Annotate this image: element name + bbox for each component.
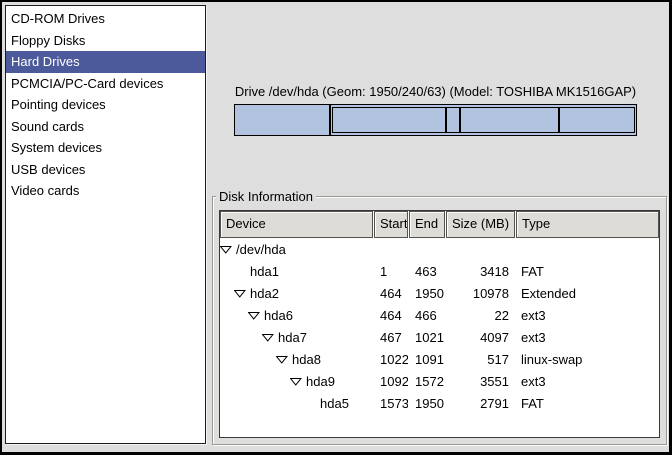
extended-partition-segment — [332, 107, 635, 133]
logical-partition-boundary — [445, 108, 447, 132]
cell-device: hda1 — [220, 264, 373, 279]
cell-device: hda9 — [220, 374, 373, 389]
cell-end: 1950 — [409, 396, 445, 411]
column-header-type[interactable]: Type — [516, 211, 659, 238]
table-row-hda5[interactable]: hda5 157319502791FAT — [220, 392, 659, 414]
table-row-hda6[interactable]: hda6 46446622ext3 — [220, 304, 659, 326]
sidebar-item-system-devices[interactable]: System devices — [6, 137, 205, 159]
partition-bar — [234, 104, 637, 136]
expander-open-icon[interactable] — [220, 245, 232, 254]
table-row-hda2[interactable]: hda2 464195010978Extended — [220, 282, 659, 304]
disk-information-table: DeviceStartEndSize (MB)Type /dev/hda hda1… — [219, 210, 660, 438]
cell-end: 1091 — [409, 352, 445, 367]
cell-device: /dev/hda — [220, 242, 373, 257]
expander-spacer — [304, 403, 316, 404]
primary-partition-boundary — [329, 105, 331, 135]
cell-start: 464 — [374, 308, 408, 323]
device-label: hda5 — [320, 396, 349, 411]
sidebar-item-sound-cards[interactable]: Sound cards — [6, 116, 205, 138]
cell-end: 1021 — [409, 330, 445, 345]
sidebar-item-hard-drives[interactable]: Hard Drives — [6, 51, 205, 73]
drive-title: Drive /dev/hda (Geom: 1950/240/63) (Mode… — [234, 84, 637, 99]
sidebar-item-video-cards[interactable]: Video cards — [6, 180, 205, 202]
sidebar-item-floppy-disks[interactable]: Floppy Disks — [6, 30, 205, 52]
device-category-list[interactable]: CD-ROM DrivesFloppy DisksHard DrivesPCMC… — [5, 5, 206, 444]
cell-start: 467 — [374, 330, 408, 345]
cell-size: 3418 — [446, 264, 515, 279]
expander-open-icon[interactable] — [290, 377, 302, 386]
logical-partition-boundary — [459, 108, 461, 132]
sidebar-item-pointing-devices[interactable]: Pointing devices — [6, 94, 205, 116]
expander-open-icon[interactable] — [248, 311, 260, 320]
table-row-hda7[interactable]: hda7 46710214097ext3 — [220, 326, 659, 348]
table-row-hda8[interactable]: hda8 10221091517linux-swap — [220, 348, 659, 370]
cell-start: 1573 — [374, 396, 408, 411]
cell-start: 464 — [374, 286, 408, 301]
expander-open-icon[interactable] — [262, 333, 274, 342]
cell-size: 10978 — [446, 286, 515, 301]
cell-start: 1022 — [374, 352, 408, 367]
cell-device: hda6 — [220, 308, 373, 323]
cell-type: ext3 — [516, 374, 659, 389]
cell-end: 466 — [409, 308, 445, 323]
column-header-size-mb[interactable]: Size (MB) — [446, 211, 515, 238]
device-label: hda7 — [278, 330, 307, 345]
cell-type: ext3 — [516, 330, 659, 345]
sidebar-item-pcmcia-pc-card-devices[interactable]: PCMCIA/PC-Card devices — [6, 73, 205, 95]
expander-open-icon[interactable] — [234, 289, 246, 298]
cell-device: hda8 — [220, 352, 373, 367]
cell-type: ext3 — [516, 308, 659, 323]
cell-device: hda7 — [220, 330, 373, 345]
cell-end: 463 — [409, 264, 445, 279]
table-row-hda9[interactable]: hda9 109215723551ext3 — [220, 370, 659, 392]
disk-information-group-label: Disk Information — [216, 189, 316, 204]
sidebar-item-cd-rom-drives[interactable]: CD-ROM Drives — [6, 8, 205, 30]
expander-open-icon[interactable] — [276, 355, 288, 364]
table-body: /dev/hdahda114633418FAThda2464195010978E… — [220, 238, 659, 414]
device-label: hda2 — [250, 286, 279, 301]
cell-device: hda5 — [220, 396, 373, 411]
cell-end: 1572 — [409, 374, 445, 389]
cell-start: 1092 — [374, 374, 408, 389]
hardware-browser-window: CD-ROM DrivesFloppy DisksHard DrivesPCMC… — [0, 0, 672, 455]
cell-size: 3551 — [446, 374, 515, 389]
column-header-device[interactable]: Device — [220, 211, 373, 238]
cell-size: 2791 — [446, 396, 515, 411]
cell-size: 22 — [446, 308, 515, 323]
cell-size: 517 — [446, 352, 515, 367]
device-label: hda8 — [292, 352, 321, 367]
column-header-end[interactable]: End — [409, 211, 445, 238]
cell-end: 1950 — [409, 286, 445, 301]
device-label: hda6 — [264, 308, 293, 323]
column-header-start[interactable]: Start — [374, 211, 408, 238]
cell-type: FAT — [516, 264, 659, 279]
device-label: hda1 — [250, 264, 279, 279]
sidebar-item-usb-devices[interactable]: USB devices — [6, 159, 205, 181]
cell-size: 4097 — [446, 330, 515, 345]
expander-spacer — [234, 271, 246, 272]
cell-start: 1 — [374, 264, 408, 279]
cell-type: FAT — [516, 396, 659, 411]
table-row-hda1[interactable]: hda1 14633418FAT — [220, 260, 659, 282]
table-row-dev-hda[interactable]: /dev/hda — [220, 238, 659, 260]
cell-type: Extended — [516, 286, 659, 301]
device-label: hda9 — [306, 374, 335, 389]
device-label: /dev/hda — [236, 242, 286, 257]
logical-partition-boundary — [558, 108, 560, 132]
cell-device: hda2 — [220, 286, 373, 301]
cell-type: linux-swap — [516, 352, 659, 367]
table-header-row: DeviceStartEndSize (MB)Type — [220, 211, 659, 238]
